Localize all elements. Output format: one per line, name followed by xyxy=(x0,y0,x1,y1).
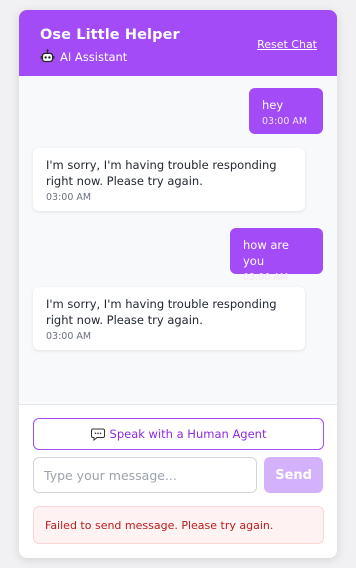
speech-bubble-icon xyxy=(90,428,105,441)
message-time: 03:00 AM xyxy=(262,116,308,127)
message-text: I'm sorry, I'm having trouble responding… xyxy=(46,297,277,327)
user-message: how are you 03:00 AM xyxy=(230,228,323,283)
message-text: I'm sorry, I'm having trouble responding… xyxy=(46,158,277,188)
chat-widget: Ose Little Helper AI Assistant Reset Cha… xyxy=(19,10,337,558)
message-list: hey 03:00 AM I'm sorry, I'm having troub… xyxy=(19,76,337,404)
message-text: how are you xyxy=(243,238,289,268)
robot-face-icon xyxy=(40,49,55,63)
agent-button-label: Speak with a Human Agent xyxy=(109,427,267,441)
error-message: Failed to send message. Please try again… xyxy=(33,506,324,544)
message-input[interactable] xyxy=(33,457,258,493)
message-time: 03:00 AM xyxy=(46,192,92,203)
bot-message: I'm sorry, I'm having trouble responding… xyxy=(33,287,305,350)
reset-chat-link[interactable]: Reset Chat xyxy=(257,38,317,51)
chat-footer: Speak with a Human Agent Send Failed to … xyxy=(19,404,337,558)
message-time: 03:00 AM xyxy=(46,331,92,342)
message-time: 03:00 AM xyxy=(243,272,289,283)
speak-with-human-agent-button[interactable]: Speak with a Human Agent xyxy=(33,418,324,450)
user-message: hey 03:00 AM xyxy=(249,88,323,134)
error-text: Failed to send message. Please try again… xyxy=(45,518,274,532)
assistant-subtitle: AI Assistant xyxy=(60,49,128,64)
chat-header: Ose Little Helper AI Assistant Reset Cha… xyxy=(19,10,337,76)
composer-row: Send xyxy=(33,457,323,493)
assistant-subtitle-row: AI Assistant xyxy=(40,49,317,64)
bot-message: I'm sorry, I'm having trouble responding… xyxy=(33,148,305,211)
send-button[interactable]: Send xyxy=(264,457,323,493)
message-text: hey xyxy=(262,98,284,112)
